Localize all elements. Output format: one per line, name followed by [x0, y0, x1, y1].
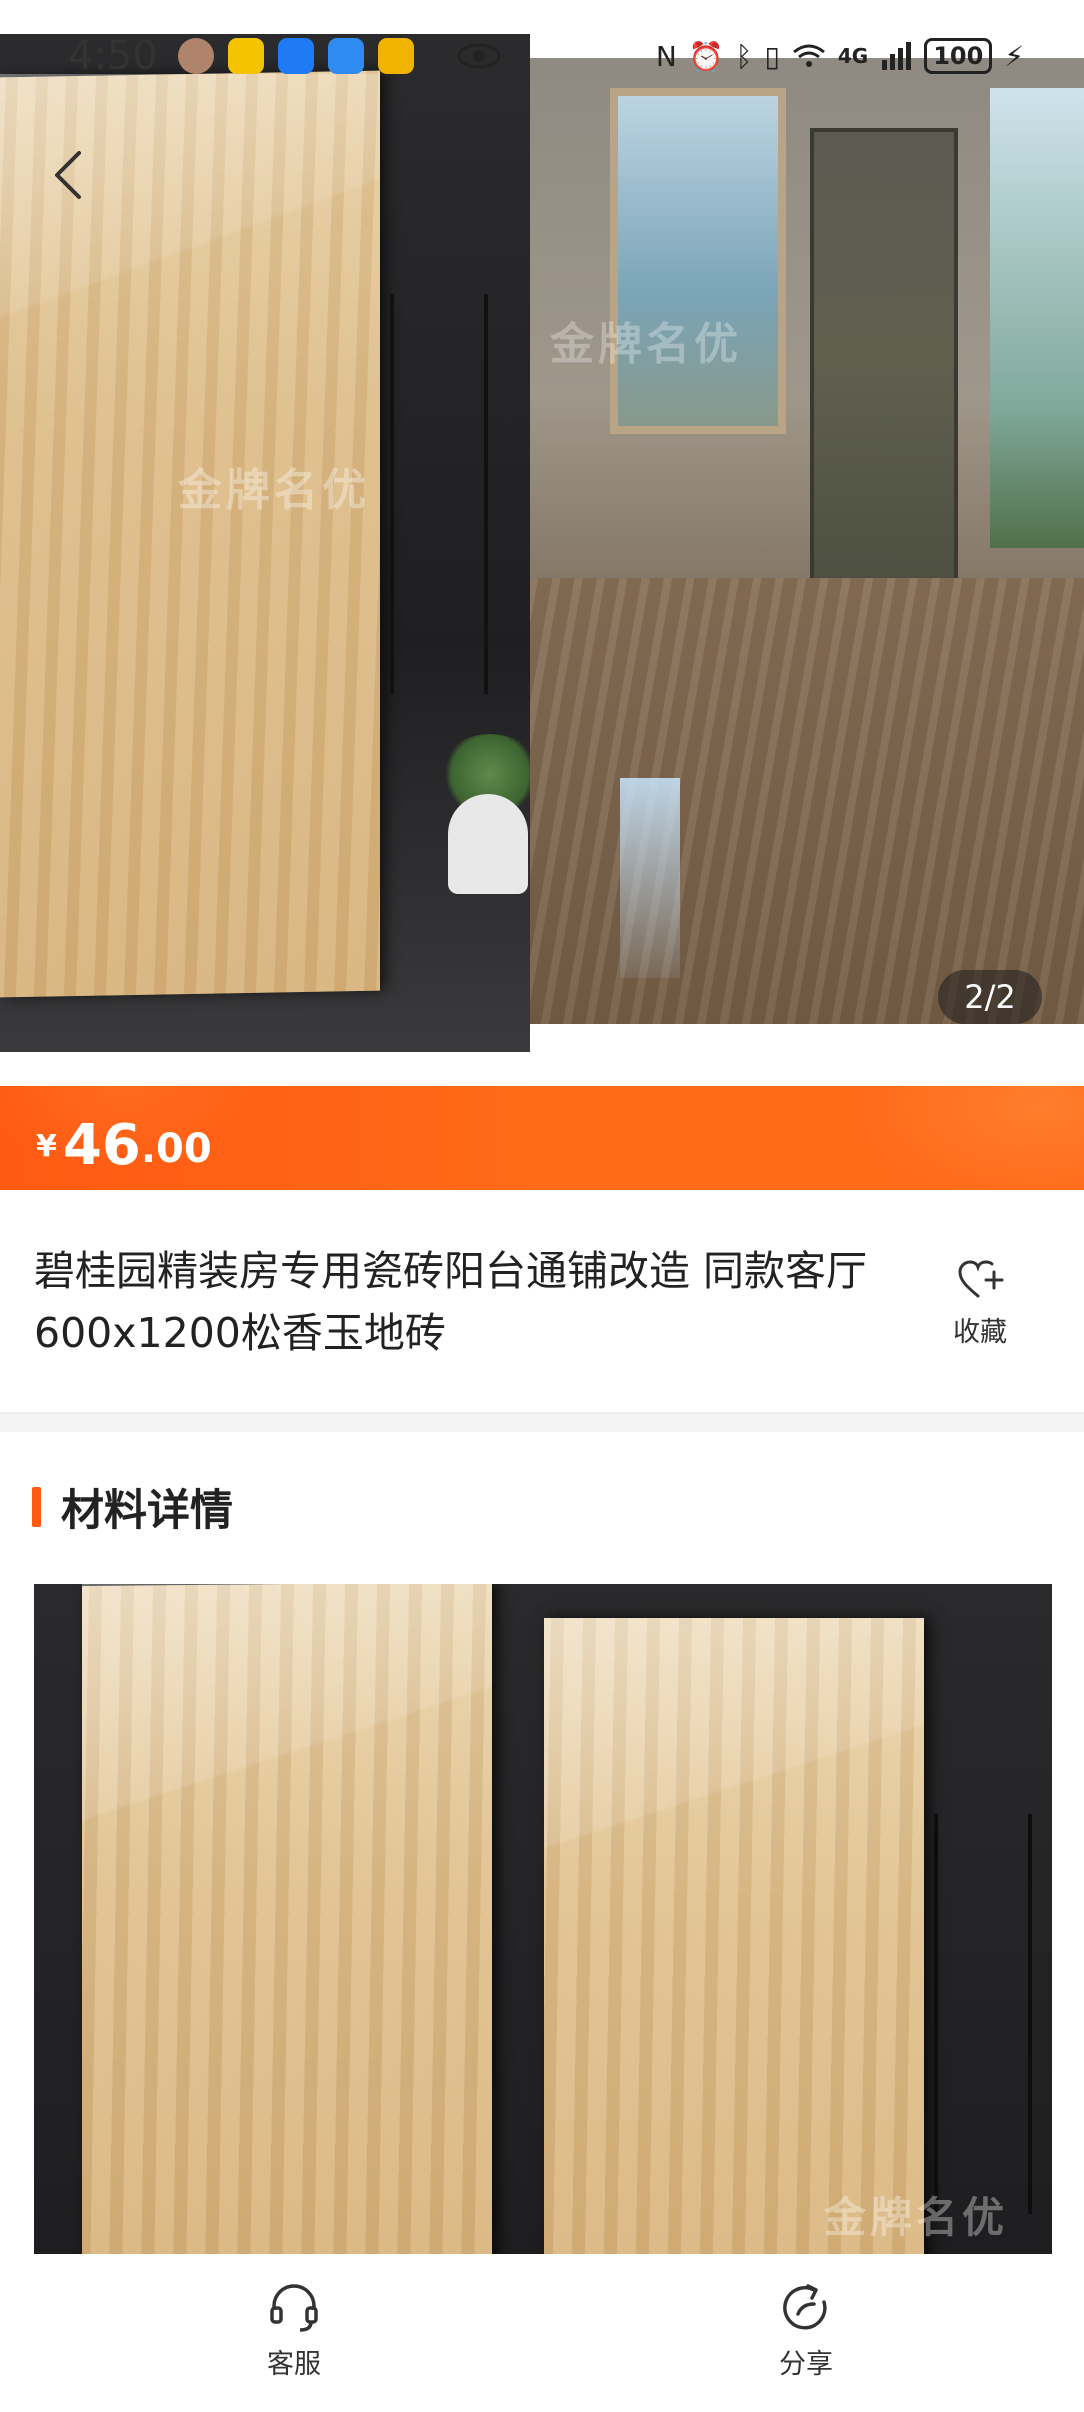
room-window-right [990, 88, 1084, 548]
section-divider [0, 1414, 1084, 1432]
back-button[interactable] [40, 140, 96, 210]
weibo-app-icon [227, 38, 264, 74]
network-type: 4G [837, 44, 869, 68]
image-gallery[interactable]: 金牌名优 金牌名优 2/2 [0, 0, 1084, 1090]
price-bar: ¥ 46 .00 [0, 1086, 1084, 1190]
price-decimal: .00 [140, 1126, 212, 1172]
detail-tile-sheen [82, 1584, 492, 1854]
heart-plus-icon [958, 1260, 1004, 1298]
product-title: 碧桂园精装房专用瓷砖阳台通铺改造 同款客厅600x1200松香玉地砖 [34, 1247, 868, 1357]
status-bar: 4:50 N ⏰ ᛒ ▯ 4G 100 ⚡ [0, 0, 1084, 112]
chair-decor [390, 294, 488, 694]
favorite-button[interactable]: 收藏 [940, 1258, 1020, 1349]
watermark-text: 金牌名优 [550, 319, 742, 370]
nfc-icon: N [655, 39, 677, 73]
watermark-text: 金牌名优 [178, 465, 370, 516]
navigation-app-icon [277, 38, 314, 74]
charging-icon: ⚡ [1004, 39, 1024, 73]
signal-bars-icon [882, 42, 912, 70]
weibo-app-icon-2 [377, 38, 414, 74]
tile-sheen [0, 74, 380, 374]
battery-indicator: 100 [924, 38, 993, 74]
message-app-icon [327, 38, 364, 74]
product-title-section: 碧桂园精装房专用瓷砖阳台通铺改造 同款客厅600x1200松香玉地砖 收藏 [0, 1190, 1084, 1414]
share-icon [783, 2284, 827, 2330]
floor-reflection [620, 778, 680, 978]
share-button[interactable]: 分享 [746, 2280, 866, 2381]
bottom-bar: 客服 分享 [0, 2254, 1084, 2412]
status-left: 4:50 [68, 33, 502, 79]
price-integer: 46 [62, 1113, 141, 1178]
chair-decor [934, 1814, 1032, 2214]
watermark-text: 金牌名优 [824, 2193, 1009, 2242]
room-window [610, 88, 786, 434]
chevron-left-icon [55, 151, 81, 199]
section-accent-bar [32, 1487, 41, 1527]
status-right: N ⏰ ᛒ ▯ 4G 100 ⚡ [656, 38, 1024, 74]
vibrate-icon: ▯ [764, 39, 780, 73]
room-cabinet [810, 128, 958, 586]
details-header: 材料详情 [32, 1476, 233, 1538]
plant-pot [448, 794, 528, 894]
detail-tile-sheen [544, 1618, 924, 1888]
service-label: 客服 [267, 2349, 321, 2380]
customer-service-button[interactable]: 客服 [234, 2280, 354, 2381]
image-counter: 2/2 [938, 970, 1042, 1024]
details-section-title: 材料详情 [61, 1486, 233, 1536]
share-label: 分享 [779, 2349, 833, 2380]
avatar-app-icon [177, 38, 214, 74]
price-currency: ¥ [36, 1129, 57, 1164]
room-floor [530, 578, 1084, 1024]
bluetooth-icon: ᛒ [735, 39, 753, 73]
alarm-icon: ⏰ [688, 39, 724, 73]
eye-icon [457, 43, 501, 69]
detail-image[interactable]: 金牌名优 [34, 1584, 1052, 2254]
wifi-icon [792, 44, 825, 67]
gallery-photo-room[interactable]: 金牌名优 [530, 58, 1084, 1024]
favorite-label: 收藏 [953, 1317, 1007, 1348]
status-time: 4:50 [68, 33, 158, 79]
headset-icon [270, 2284, 318, 2332]
